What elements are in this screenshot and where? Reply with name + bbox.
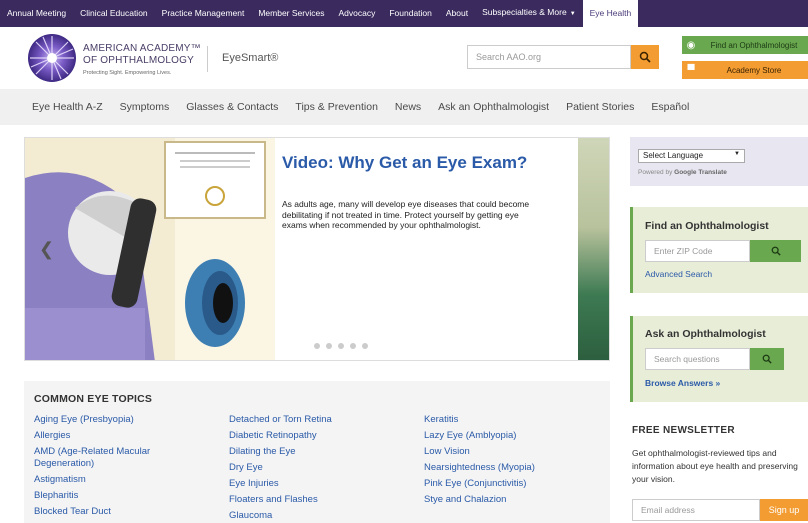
google-translate-label: Google Translate: [674, 169, 727, 176]
topic-link[interactable]: Pink Eye (Conjunctivitis): [424, 478, 604, 490]
org-tagline: Protecting Sight. Empowering Lives.: [83, 70, 172, 76]
nav-item-ask-ophthalmologist[interactable]: Ask an Ophthalmologist: [438, 101, 549, 113]
topic-link[interactable]: Dilating the Eye: [229, 446, 409, 458]
topic-link[interactable]: Stye and Chalazion: [424, 494, 604, 506]
topic-link[interactable]: Detached or Torn Retina: [229, 414, 409, 426]
carousel-dots: [314, 343, 368, 349]
topic-link[interactable]: Blocked Tear Duct: [34, 506, 214, 518]
hero-next-slide-preview: [578, 138, 609, 360]
ask-search-input[interactable]: Search questions: [645, 348, 750, 370]
find-box-title: Find an Ophthalmologist: [645, 220, 769, 232]
site-search-input[interactable]: Search AAO.org: [467, 45, 631, 69]
topic-link[interactable]: Dry Eye: [229, 462, 409, 474]
topbar-link-advocacy[interactable]: Advocacy: [331, 0, 382, 27]
topbar-link-foundation[interactable]: Foundation: [382, 0, 439, 27]
language-widget: Select Language ▼ Powered by Google Tran…: [630, 137, 808, 186]
zip-code-input[interactable]: Enter ZIP Code: [645, 240, 750, 262]
hero-description: As adults age, many will develop eye dis…: [282, 199, 530, 230]
topics-column-3: Keratitis Lazy Eye (Amblyopia) Low Visio…: [424, 414, 604, 510]
topic-link[interactable]: Allergies: [34, 430, 214, 442]
search-icon: [771, 246, 781, 256]
browse-answers-link[interactable]: Browse Answers »: [645, 378, 720, 388]
language-select[interactable]: Select Language ▼: [638, 149, 745, 163]
find-search-button[interactable]: [750, 240, 801, 262]
main-nav: Eye Health A-Z Symptoms Glasses & Contac…: [0, 89, 808, 125]
nav-item-eye-health-az[interactable]: Eye Health A-Z: [32, 101, 103, 113]
chevron-down-icon: ▼: [734, 151, 740, 157]
topbar-link-annual-meeting[interactable]: Annual Meeting: [0, 0, 73, 27]
topics-column-2: Detached or Torn Retina Diabetic Retinop…: [229, 414, 409, 523]
nav-item-symptoms[interactable]: Symptoms: [120, 101, 170, 113]
ask-box-title: Ask an Ophthalmologist: [645, 328, 766, 340]
carousel-dot[interactable]: [350, 343, 356, 349]
org-name[interactable]: AMERICAN ACADEMY™ OF OPHTHALMOLOGY: [83, 43, 201, 67]
powered-by-label: Powered by: [638, 169, 673, 176]
nav-item-glasses-contacts[interactable]: Glasses & Contacts: [186, 101, 278, 113]
search-icon: [762, 354, 772, 364]
hero-title[interactable]: Video: Why Get an Eye Exam?: [282, 153, 542, 172]
aao-logo-icon[interactable]: [28, 34, 76, 82]
topic-link[interactable]: Low Vision: [424, 446, 604, 458]
org-name-line1: AMERICAN ACADEMY™: [83, 43, 201, 54]
academy-store-label: Academy Store: [726, 65, 782, 75]
chevron-left-icon[interactable]: ❮: [39, 239, 54, 260]
carousel-dot[interactable]: [326, 343, 332, 349]
ask-ophthalmologist-box: Ask an Ophthalmologist Search questions …: [630, 316, 808, 402]
topbar-link-eye-health[interactable]: Eye Health: [582, 0, 639, 27]
top-utility-bar: Annual Meeting Clinical Education Practi…: [0, 0, 808, 27]
email-field[interactable]: Email address: [632, 499, 760, 521]
topic-link[interactable]: Astigmatism: [34, 474, 214, 486]
ask-search-button[interactable]: [750, 348, 784, 370]
header-divider: [207, 46, 208, 72]
nav-item-espanol[interactable]: Español: [651, 101, 689, 113]
topics-column-1: Aging Eye (Presbyopia) Allergies AMD (Ag…: [34, 414, 214, 522]
language-select-label: Select Language: [643, 151, 704, 160]
chevron-down-icon: ▼: [569, 11, 576, 17]
topic-link[interactable]: Diabetic Retinopathy: [229, 430, 409, 442]
eye-icon: ◉: [686, 39, 696, 51]
topic-link[interactable]: Keratitis: [424, 414, 604, 426]
topbar-link-member-services[interactable]: Member Services: [251, 0, 331, 27]
topic-link[interactable]: Eye Injuries: [229, 478, 409, 490]
hero-illustration: [25, 138, 275, 360]
topic-link[interactable]: AMD (Age-Related Macular Degeneration): [34, 446, 184, 470]
find-ophthalmologist-box: Find an Ophthalmologist Enter ZIP Code A…: [630, 207, 808, 293]
topic-link[interactable]: Blepharitis: [34, 490, 214, 502]
search-button[interactable]: [631, 45, 659, 69]
topbar-link-about[interactable]: About: [439, 0, 475, 27]
carousel-dot[interactable]: [362, 343, 368, 349]
signup-button[interactable]: Sign up: [760, 499, 808, 521]
newsletter-description: Get ophthalmologist-reviewed tips and in…: [632, 448, 798, 484]
academy-store-button[interactable]: ▀ Academy Store: [682, 61, 808, 79]
topic-link[interactable]: Lazy Eye (Amblyopia): [424, 430, 604, 442]
nav-item-patient-stories[interactable]: Patient Stories: [566, 101, 634, 113]
search-icon: [639, 51, 651, 63]
topbar-link-subspecialties[interactable]: Subspecialties & More ▼: [475, 0, 583, 28]
topbar-link-practice-management[interactable]: Practice Management: [155, 0, 252, 27]
eyesmart-label[interactable]: EyeSmart®: [222, 52, 278, 64]
newsletter-title: FREE NEWSLETTER: [632, 425, 735, 436]
nav-item-tips-prevention[interactable]: Tips & Prevention: [295, 101, 377, 113]
powered-by-google-translate: Powered by Google Translate: [638, 169, 727, 176]
org-name-line2: OF OPHTHALMOLOGY: [83, 55, 194, 66]
topic-link[interactable]: Floaters and Flashes: [229, 494, 409, 506]
nav-item-news[interactable]: News: [395, 101, 421, 113]
advanced-search-link[interactable]: Advanced Search: [645, 269, 712, 279]
topic-link[interactable]: Aging Eye (Presbyopia): [34, 414, 214, 426]
find-ophthalmologist-label: Find an Ophthalmologist: [710, 40, 798, 50]
hero-carousel: ❮ Video: Why Get an Eye Exam? As adults …: [24, 137, 610, 361]
carousel-dot[interactable]: [338, 343, 344, 349]
topbar-subspecialties-label: Subspecialties & More: [482, 7, 567, 17]
carousel-dot[interactable]: [314, 343, 320, 349]
find-ophthalmologist-button[interactable]: ◉ Find an Ophthalmologist: [682, 36, 808, 54]
topic-link[interactable]: Nearsightedness (Myopia): [424, 462, 604, 474]
topic-link[interactable]: Glaucoma: [229, 510, 409, 522]
common-eye-topics: COMMON EYE TOPICS Aging Eye (Presbyopia)…: [24, 381, 610, 523]
cart-icon: ▀: [687, 64, 695, 76]
topics-title: COMMON EYE TOPICS: [34, 393, 153, 405]
topbar-link-clinical-education[interactable]: Clinical Education: [73, 0, 155, 27]
